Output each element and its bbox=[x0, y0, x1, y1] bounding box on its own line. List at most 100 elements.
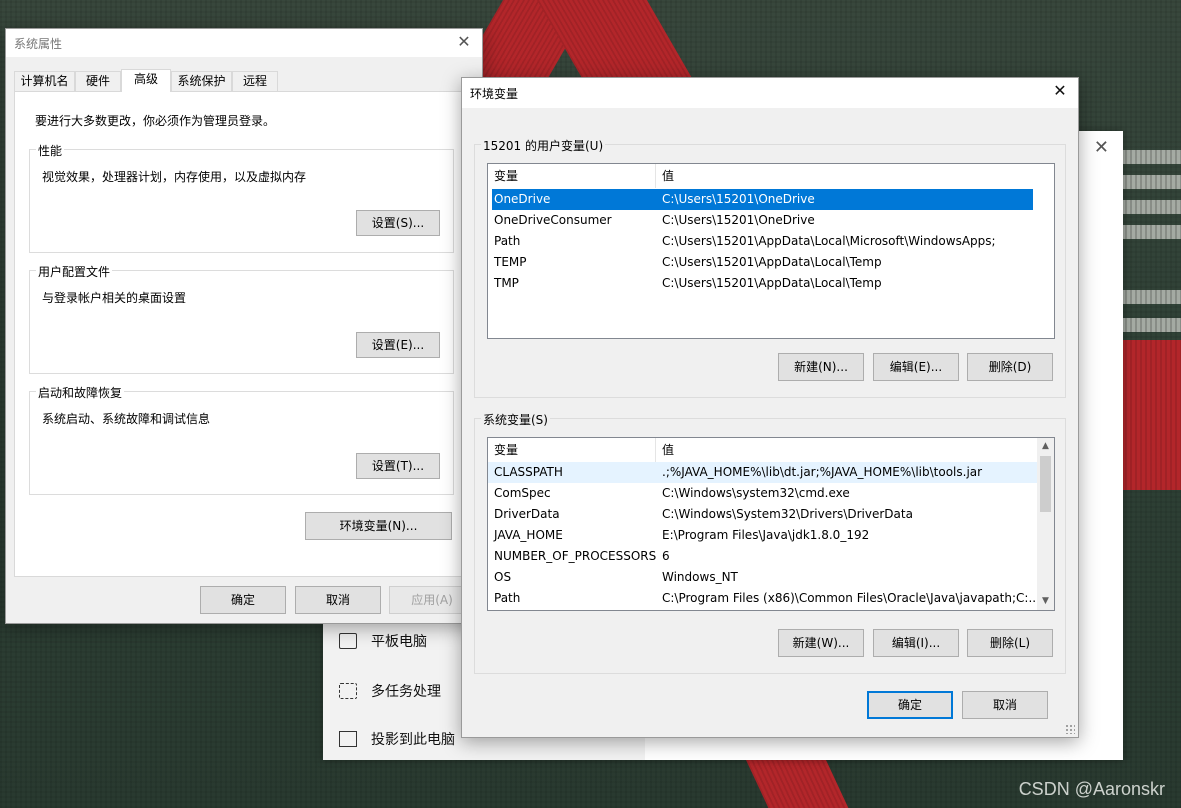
performance-settings-button[interactable]: 设置(S)... bbox=[356, 210, 440, 236]
group-legend: 15201 的用户变量(U) bbox=[481, 137, 606, 154]
variable-value: C:\Users\15201\OneDrive bbox=[662, 213, 815, 227]
close-icon[interactable]: ✕ bbox=[1094, 137, 1109, 158]
group-legend: 系统变量(S) bbox=[481, 411, 550, 428]
group-description: 与登录帐户相关的桌面设置 bbox=[42, 291, 187, 305]
wallpaper-stripe bbox=[1120, 175, 1181, 189]
vertical-scrollbar[interactable]: ▲ ▼ bbox=[1037, 438, 1054, 610]
user-variables-group: 15201 的用户变量(U) 变量 值 OneDrive C:\Users\15… bbox=[474, 137, 1066, 398]
system-delete-button[interactable]: 删除(L) bbox=[967, 629, 1053, 657]
tab-remote[interactable]: 远程 bbox=[232, 71, 278, 91]
system-variables-list[interactable]: 变量 值 CLASSPATH .;%JAVA_HOME%\lib\dt.jar;… bbox=[487, 437, 1055, 611]
table-row[interactable]: OneDriveConsumer C:\Users\15201\OneDrive bbox=[492, 210, 1033, 231]
dialog-title: 环境变量 bbox=[470, 86, 519, 101]
variable-value: C:\Users\15201\AppData\Local\Microsoft\W… bbox=[662, 234, 996, 248]
table-row[interactable]: DriverData C:\Windows\System32\Drivers\D… bbox=[488, 504, 1037, 525]
table-row[interactable]: TEMP C:\Users\15201\AppData\Local\Temp bbox=[492, 252, 1033, 273]
variable-name: OneDriveConsumer bbox=[494, 213, 612, 227]
settings-item-project[interactable]: 投影到此电脑 bbox=[339, 729, 455, 749]
variable-value: .;%JAVA_HOME%\lib\dt.jar;%JAVA_HOME%\lib… bbox=[662, 465, 983, 479]
variable-name: OneDrive bbox=[494, 192, 551, 206]
user-delete-button[interactable]: 删除(D) bbox=[967, 353, 1053, 381]
dialog-title: 系统属性 bbox=[14, 36, 63, 51]
environment-variables-dialog: 环境变量 ✕ 15201 的用户变量(U) 变量 值 OneDrive C:\U… bbox=[461, 77, 1079, 738]
column-header-variable[interactable]: 变量 bbox=[488, 164, 656, 188]
variable-value: C:\Users\15201\AppData\Local\Temp bbox=[662, 276, 882, 290]
tab-hardware[interactable]: 硬件 bbox=[75, 71, 121, 91]
table-row[interactable]: Path C:\Users\15201\AppData\Local\Micros… bbox=[492, 231, 1033, 252]
wallpaper-red-band bbox=[536, 0, 694, 80]
title-bar: 系统属性 ✕ bbox=[6, 29, 482, 57]
variable-name: Path bbox=[494, 591, 521, 605]
user-profiles-settings-button[interactable]: 设置(E)... bbox=[356, 332, 440, 358]
list-header: 变量 值 bbox=[488, 438, 1054, 462]
table-row[interactable]: OS Windows_NT bbox=[488, 567, 1037, 588]
system-properties-dialog: 系统属性 ✕ 计算机名 硬件 高级 系统保护 远程 要进行大多数更改，你必须作为… bbox=[5, 28, 483, 624]
table-row[interactable]: NUMBER_OF_PROCESSORS 6 bbox=[488, 546, 1037, 567]
variable-name: OS bbox=[494, 570, 512, 584]
ok-button[interactable]: 确定 bbox=[867, 691, 953, 719]
variable-name: TMP bbox=[494, 276, 519, 290]
resize-grip-icon[interactable] bbox=[1065, 724, 1075, 734]
column-header-value[interactable]: 值 bbox=[656, 164, 1054, 188]
table-row[interactable]: CLASSPATH .;%JAVA_HOME%\lib\dt.jar;%JAVA… bbox=[488, 462, 1037, 483]
variable-value: Windows_NT bbox=[662, 570, 738, 584]
group-legend: 用户配置文件 bbox=[36, 263, 113, 280]
system-new-button[interactable]: 新建(W)... bbox=[778, 629, 864, 657]
project-icon bbox=[339, 731, 357, 747]
variable-name: CLASSPATH bbox=[494, 465, 563, 479]
wallpaper-stripe bbox=[1120, 318, 1181, 332]
column-header-value[interactable]: 值 bbox=[656, 438, 1037, 462]
tab-system-protection[interactable]: 系统保护 bbox=[171, 71, 232, 91]
settings-item-multitask[interactable]: 多任务处理 bbox=[339, 681, 441, 701]
table-row[interactable]: Path C:\Program Files (x86)\Common Files… bbox=[488, 588, 1037, 609]
scroll-thumb[interactable] bbox=[1040, 456, 1051, 512]
column-header-variable[interactable]: 变量 bbox=[488, 438, 656, 462]
user-edit-button[interactable]: 编辑(E)... bbox=[873, 353, 959, 381]
table-row[interactable]: TMP C:\Users\15201\AppData\Local\Temp bbox=[492, 273, 1033, 294]
wallpaper-red-band bbox=[746, 760, 854, 808]
startup-recovery-settings-button[interactable]: 设置(T)... bbox=[356, 453, 440, 479]
wallpaper-stripe bbox=[1120, 290, 1181, 304]
title-bar: 环境变量 ✕ bbox=[462, 78, 1078, 108]
variable-value: C:\Windows\system32\cmd.exe bbox=[662, 486, 850, 500]
system-variables-group: 系统变量(S) 变量 值 CLASSPATH .;%JAVA_HOME%\lib… bbox=[474, 411, 1066, 674]
scroll-down-icon[interactable]: ▼ bbox=[1037, 593, 1054, 610]
group-legend: 启动和故障恢复 bbox=[36, 384, 125, 401]
user-new-button[interactable]: 新建(N)... bbox=[778, 353, 864, 381]
wallpaper-stripe bbox=[1120, 225, 1181, 239]
settings-item-tablet[interactable]: 平板电脑 bbox=[339, 631, 427, 651]
variable-name: Path bbox=[494, 234, 521, 248]
variable-value: E:\Program Files\Java\jdk1.8.0_192 bbox=[662, 528, 870, 542]
cancel-button[interactable]: 取消 bbox=[962, 691, 1048, 719]
wallpaper-stripe bbox=[1120, 150, 1181, 164]
variable-name: DriverData bbox=[494, 507, 560, 521]
variable-name: ComSpec bbox=[494, 486, 551, 500]
variable-value: C:\Program Files (x86)\Common Files\Orac… bbox=[662, 591, 1037, 605]
watermark: CSDN @Aaronskr bbox=[1018, 779, 1165, 799]
system-edit-button[interactable]: 编辑(I)... bbox=[873, 629, 959, 657]
wallpaper-stripe bbox=[1120, 200, 1181, 214]
multitask-icon bbox=[339, 683, 357, 699]
settings-item-label: 多任务处理 bbox=[371, 684, 441, 700]
close-icon[interactable]: ✕ bbox=[1050, 81, 1070, 101]
table-row[interactable]: OneDrive C:\Users\15201\OneDrive bbox=[492, 189, 1033, 210]
tab-advanced[interactable]: 高级 bbox=[121, 69, 171, 92]
variable-name: NUMBER_OF_PROCESSORS bbox=[494, 549, 656, 563]
tab-computer-name[interactable]: 计算机名 bbox=[14, 71, 75, 91]
advanced-tab-panel: 要进行大多数更改，你必须作为管理员登录。 性能 视觉效果，处理器计划，内存使用，… bbox=[14, 91, 474, 577]
variable-value: C:\Users\15201\OneDrive bbox=[662, 192, 815, 206]
table-row[interactable]: ComSpec C:\Windows\system32\cmd.exe bbox=[488, 483, 1037, 504]
table-row[interactable]: JAVA_HOME E:\Program Files\Java\jdk1.8.0… bbox=[488, 525, 1037, 546]
environment-variables-button[interactable]: 环境变量(N)... bbox=[305, 512, 452, 540]
user-variables-list[interactable]: 变量 值 OneDrive C:\Users\15201\OneDrive On… bbox=[487, 163, 1055, 339]
variable-value: C:\Users\15201\AppData\Local\Temp bbox=[662, 255, 882, 269]
settings-item-label: 平板电脑 bbox=[371, 634, 427, 650]
cancel-button[interactable]: 取消 bbox=[295, 586, 381, 614]
tablet-icon bbox=[339, 633, 357, 649]
group-legend: 性能 bbox=[36, 142, 65, 159]
startup-recovery-group: 启动和故障恢复 系统启动、系统故障和调试信息 设置(T)... bbox=[29, 384, 454, 495]
close-icon[interactable]: ✕ bbox=[454, 32, 474, 52]
ok-button[interactable]: 确定 bbox=[200, 586, 286, 614]
list-header: 变量 值 bbox=[488, 164, 1054, 188]
scroll-up-icon[interactable]: ▲ bbox=[1037, 438, 1054, 455]
